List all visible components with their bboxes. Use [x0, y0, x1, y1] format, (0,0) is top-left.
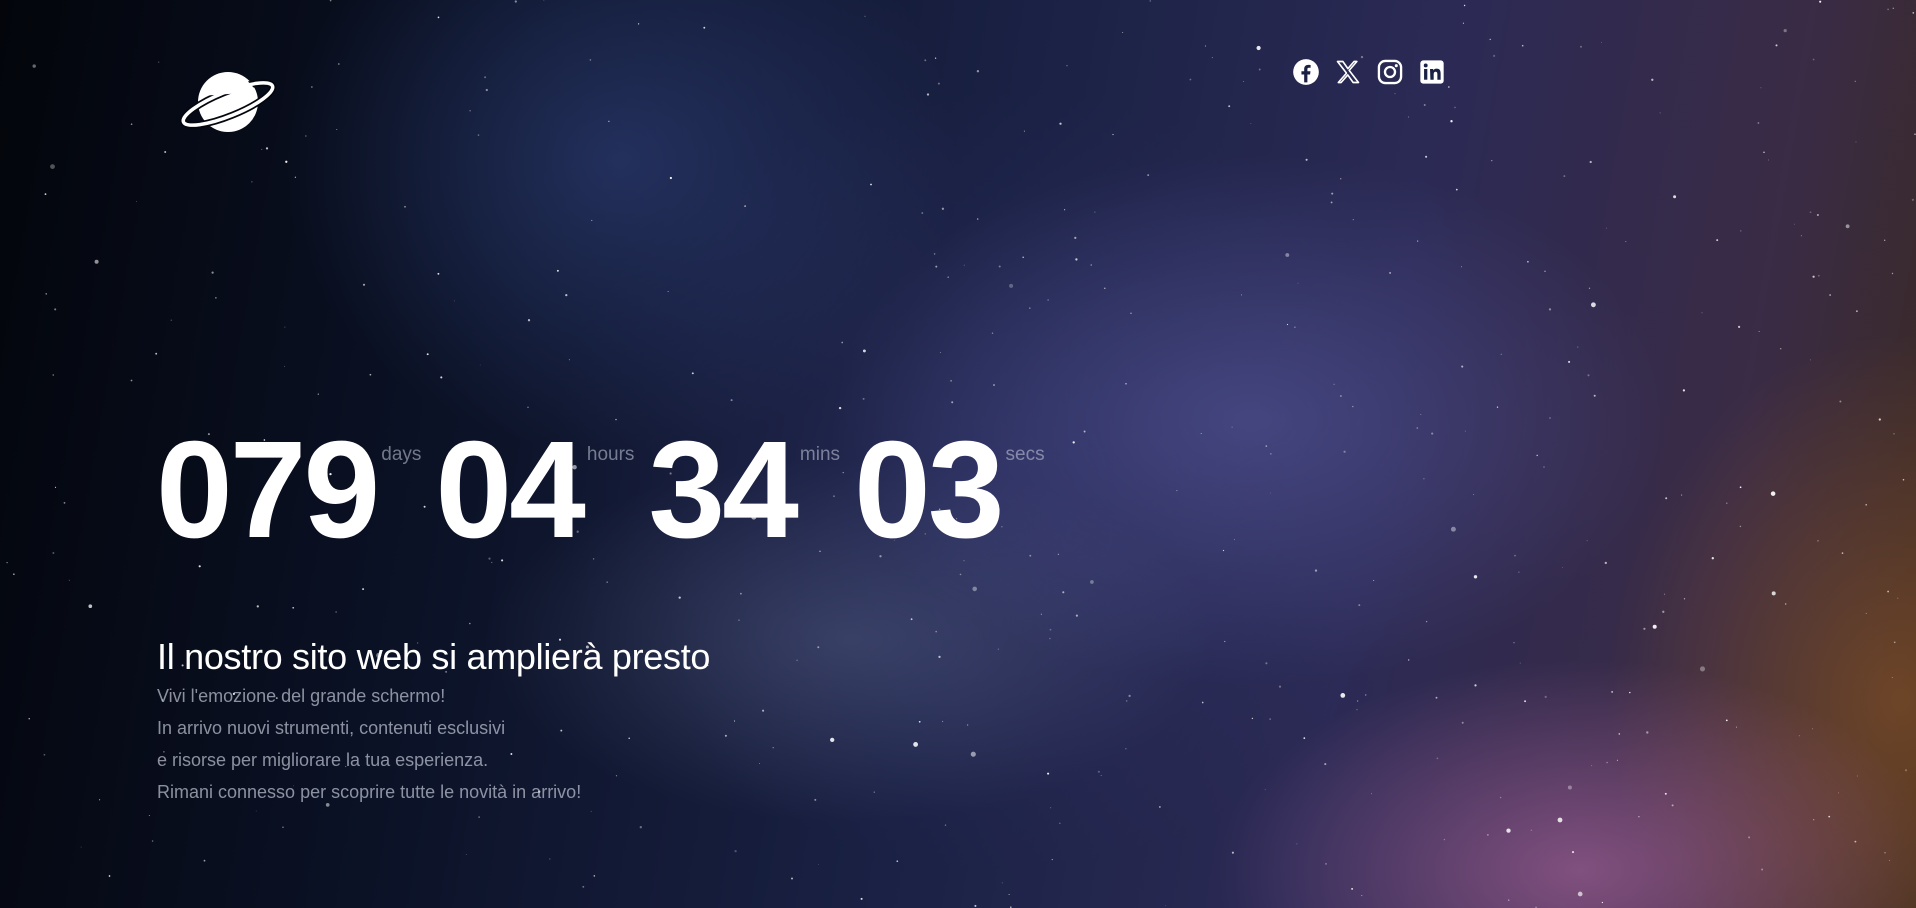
- description-line: Vivi l'emozione del grande schermo!: [157, 686, 446, 706]
- instagram-icon[interactable]: [1376, 58, 1404, 86]
- countdown-hours: 04 hours: [435, 413, 635, 567]
- hours-value: 04: [435, 413, 585, 567]
- hero-description: Vivi l'emozione del grande schermo! In a…: [157, 680, 581, 808]
- secs-value: 03: [854, 413, 1004, 567]
- countdown-secs: 03 secs: [854, 413, 1045, 567]
- countdown-days: 079 days: [156, 413, 422, 567]
- coming-soon-page: 079 days 04 hours 34 mins 03 secs Il nos…: [0, 0, 1916, 908]
- days-label: days: [381, 444, 422, 465]
- linkedin-icon[interactable]: [1418, 58, 1446, 86]
- mins-value: 34: [648, 413, 798, 567]
- description-line: Rimani connesso per scoprire tutte le no…: [157, 782, 582, 802]
- days-value: 079: [156, 413, 380, 567]
- saturn-planet-icon[interactable]: [178, 62, 278, 142]
- secs-label: secs: [1005, 444, 1045, 465]
- social-links: [1292, 58, 1446, 86]
- description-line: In arrivo nuovi strumenti, contenuti esc…: [157, 718, 506, 738]
- x-twitter-icon[interactable]: [1334, 58, 1362, 86]
- mins-label: mins: [799, 444, 841, 465]
- facebook-icon[interactable]: [1292, 58, 1320, 86]
- description-line: e risorse per migliorare la tua esperien…: [157, 750, 489, 770]
- page-headline: Il nostro sito web si amplierà presto: [157, 636, 711, 678]
- countdown-timer: 079 days 04 hours 34 mins 03 secs: [156, 413, 1059, 567]
- countdown-mins: 34 mins: [648, 413, 841, 567]
- hours-label: hours: [586, 444, 635, 465]
